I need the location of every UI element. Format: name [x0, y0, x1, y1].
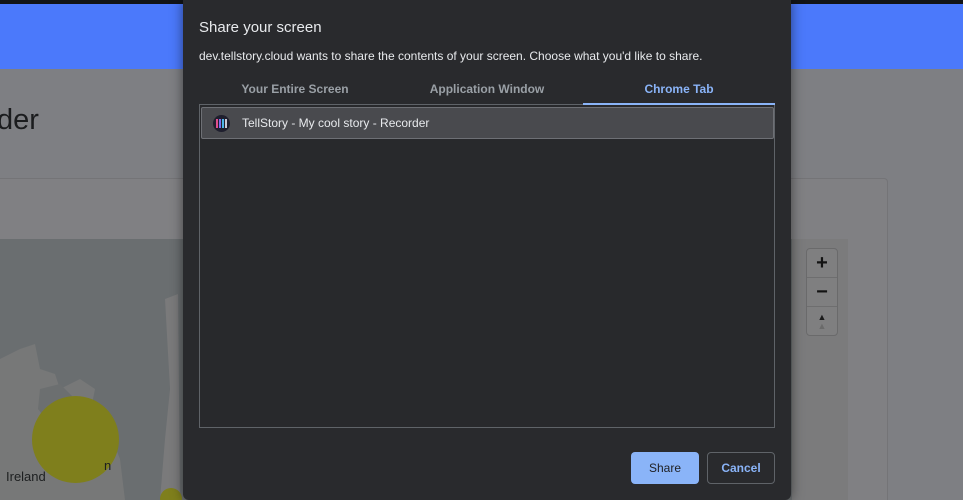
compass-south-icon: ▲ — [817, 320, 827, 331]
dialog-title: Share your screen — [199, 19, 322, 36]
dialog-description: dev.tellstory.cloud wants to share the c… — [199, 49, 703, 63]
share-source-list: TellStory - My cool story - Recorder — [199, 105, 775, 428]
list-item-tellstory-tab[interactable]: TellStory - My cool story - Recorder — [201, 107, 774, 139]
tab-application-window[interactable]: Application Window — [391, 77, 583, 104]
share-source-tabs: Your Entire Screen Application Window Ch… — [199, 77, 775, 105]
tab-entire-screen[interactable]: Your Entire Screen — [199, 77, 391, 104]
map-label-ireland: Ireland — [6, 469, 46, 484]
zoom-in-button[interactable]: + — [807, 249, 837, 278]
compass-reset-button[interactable]: ▲ ▲ — [807, 307, 837, 336]
tellstory-favicon-icon — [213, 114, 230, 132]
map-zoom-control: + − ▲ ▲ — [806, 248, 838, 336]
tab-chrome-tab[interactable]: Chrome Tab — [583, 77, 775, 105]
share-screen-dialog: Share your screen dev.tellstory.cloud wa… — [183, 0, 791, 500]
share-button[interactable]: Share — [631, 452, 699, 484]
list-item-label: TellStory - My cool story - Recorder — [242, 116, 430, 130]
map-label-partial: n — [104, 458, 112, 473]
page-title: der — [0, 104, 39, 136]
zoom-out-button[interactable]: − — [807, 278, 837, 307]
cancel-button[interactable]: Cancel — [707, 452, 775, 484]
